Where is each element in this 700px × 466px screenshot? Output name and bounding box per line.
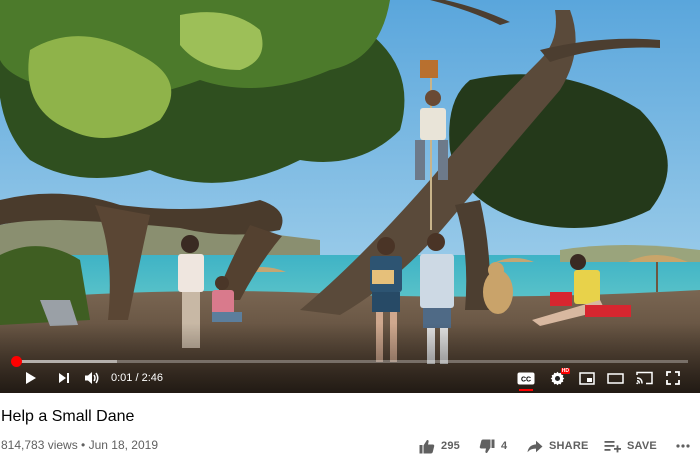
- more-icon: [676, 444, 690, 448]
- share-icon: [527, 440, 543, 452]
- time-separator: /: [135, 372, 139, 384]
- next-icon: [59, 373, 69, 383]
- thumbs-up-icon: [419, 439, 435, 453]
- volume-button[interactable]: [82, 368, 102, 388]
- video-meta: 814,783 views • Jun 18, 2019: [1, 438, 158, 452]
- duration: 2:46: [141, 372, 164, 384]
- progress-bar[interactable]: [11, 356, 688, 367]
- theater-button[interactable]: [605, 368, 625, 388]
- save-icon: [604, 440, 621, 452]
- video-title: Help a Small Dane: [1, 408, 135, 425]
- miniplayer-button[interactable]: [577, 368, 597, 388]
- share-button[interactable]: SHARE: [527, 437, 589, 455]
- thumbs-down-icon: [479, 439, 495, 453]
- more-actions-button[interactable]: [676, 437, 690, 455]
- current-time: 0:01: [111, 372, 133, 384]
- save-button[interactable]: SAVE: [604, 437, 657, 455]
- settings-button[interactable]: HD: [547, 368, 570, 388]
- cast-icon: [635, 371, 653, 385]
- theater-icon: [606, 372, 624, 384]
- dislike-count: 4: [501, 440, 508, 452]
- progress-buffered: [12, 360, 117, 363]
- next-button[interactable]: [54, 368, 74, 388]
- captions-button[interactable]: CC: [516, 368, 536, 391]
- upload-date: Jun 18, 2019: [88, 438, 158, 452]
- view-count: 814,783 views: [1, 438, 78, 452]
- cast-button[interactable]: [634, 368, 654, 388]
- captions-active-bar: [519, 389, 533, 391]
- play-button[interactable]: [20, 368, 40, 388]
- svg-text:CC: CC: [521, 376, 531, 383]
- volume-icon: [85, 372, 99, 384]
- fullscreen-button[interactable]: [663, 368, 683, 388]
- meta-separator: •: [77, 438, 89, 452]
- save-label: SAVE: [627, 440, 657, 452]
- captions-icon: CC: [517, 372, 535, 384]
- fullscreen-icon: [666, 371, 680, 385]
- share-label: SHARE: [549, 440, 589, 452]
- like-button[interactable]: 295: [419, 437, 460, 455]
- time-display: 0:01 / 2:46: [111, 371, 163, 385]
- video-player[interactable]: 0:01 / 2:46 CC HD: [0, 0, 700, 393]
- like-count: 295: [441, 440, 460, 452]
- miniplayer-icon: [579, 371, 595, 385]
- dislike-button[interactable]: 4: [479, 437, 507, 455]
- play-icon: [26, 372, 36, 384]
- player-controls: 0:01 / 2:46 CC HD: [0, 366, 700, 391]
- hd-badge: HD: [560, 368, 570, 374]
